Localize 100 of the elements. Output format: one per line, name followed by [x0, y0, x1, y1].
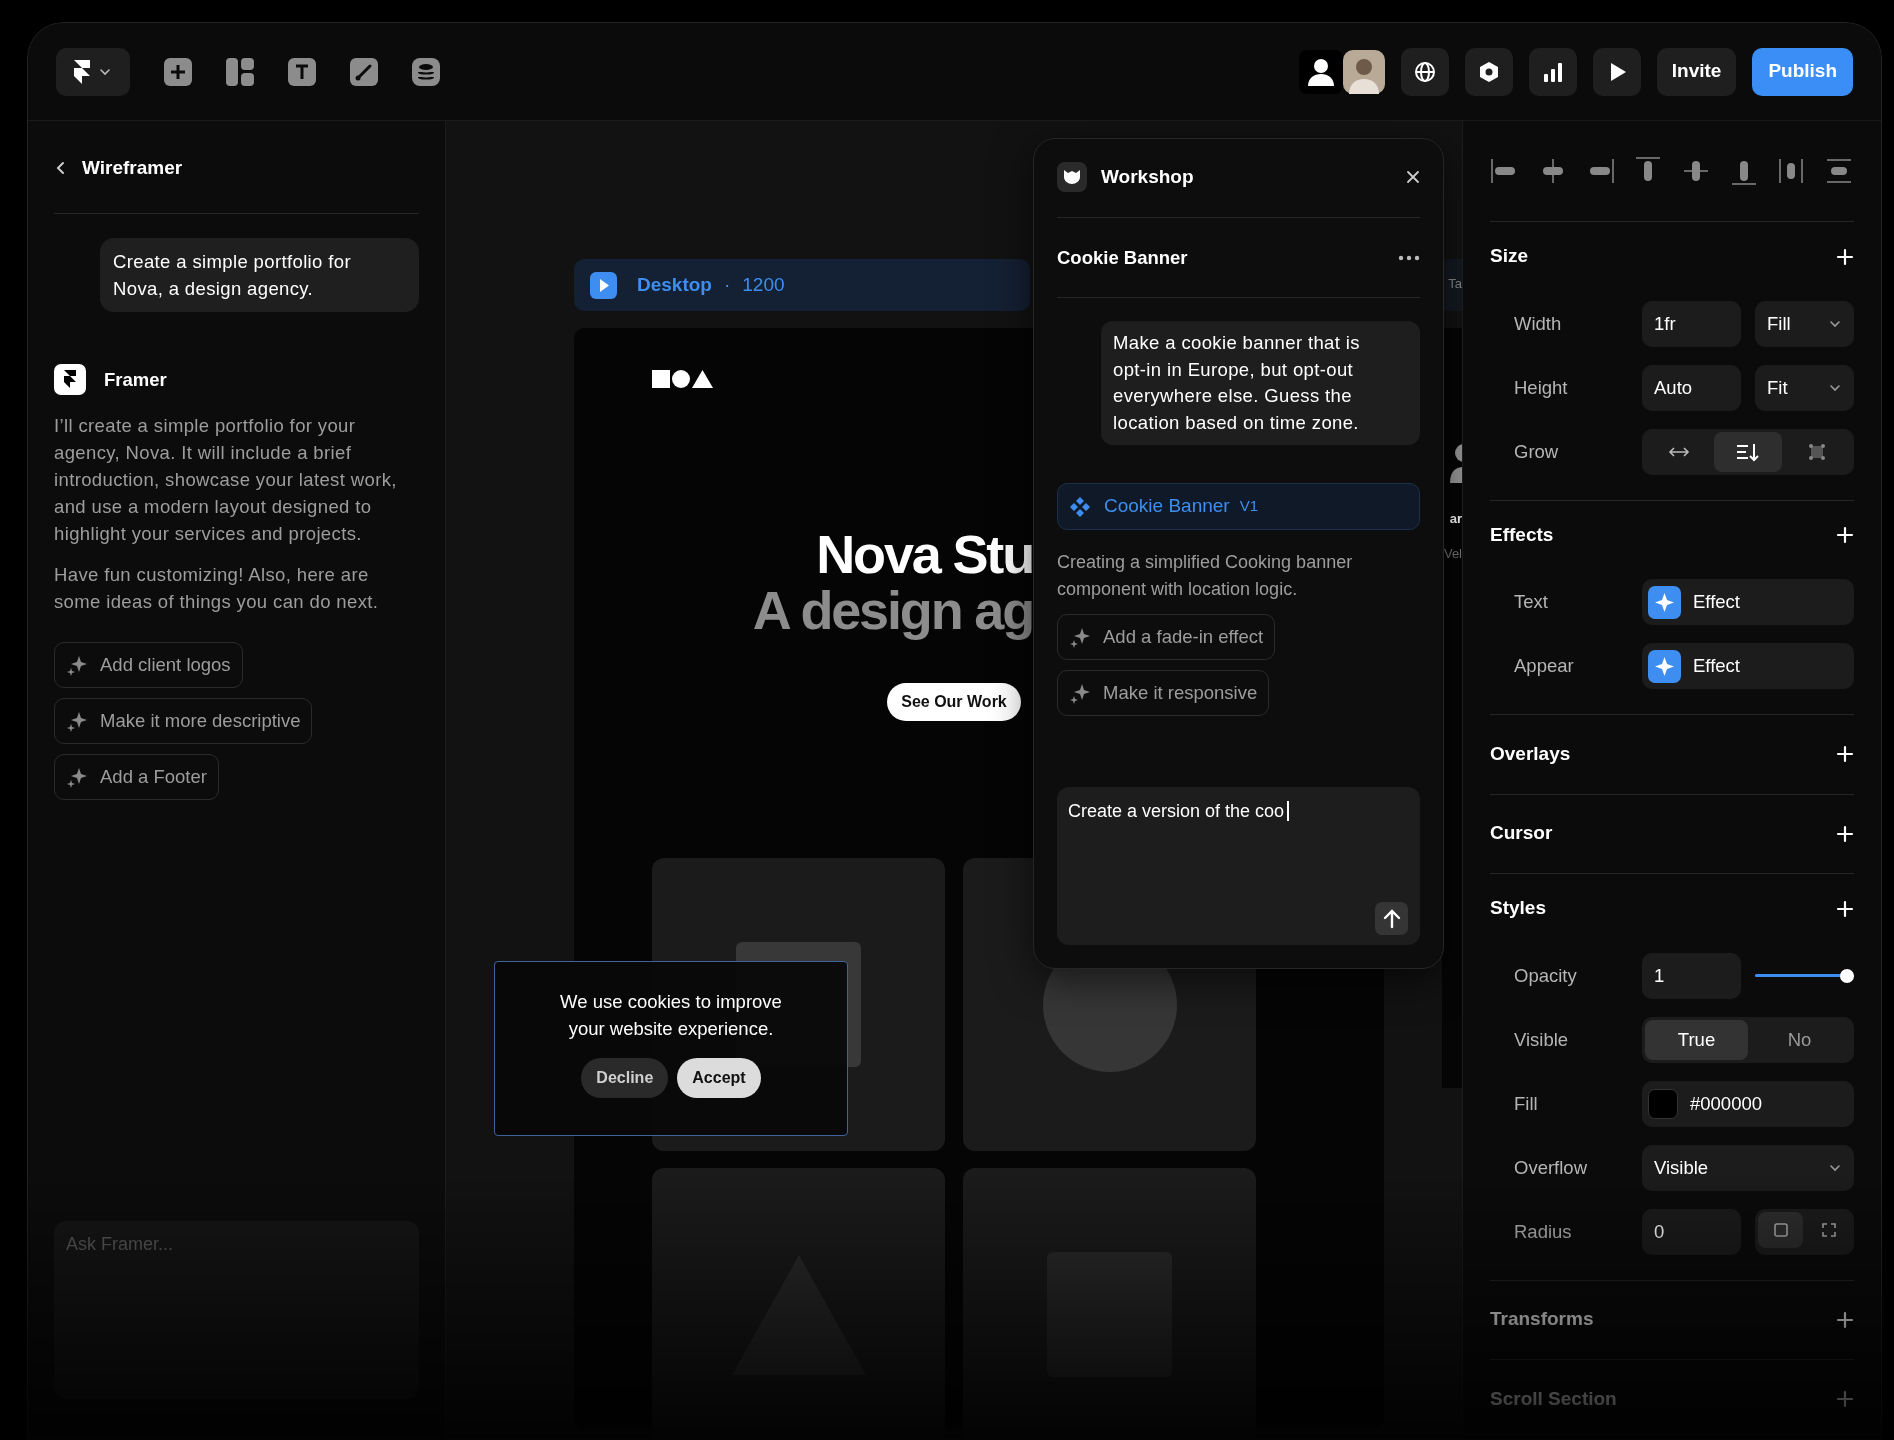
- sparkle-icon: [1648, 585, 1681, 619]
- play-icon: [590, 271, 617, 299]
- assistant-message: I’ll create a simple portfolio for your agency, Nova. It will include a brief introduction, showcase your latest work, and use a modern layout designed to highlight your services and projects.: [54, 414, 398, 546]
- component-chip[interactable]: Cookie Banner V1: [1057, 483, 1420, 530]
- property-label: Appear: [1513, 654, 1575, 679]
- segment-option[interactable]: No: [1748, 1019, 1851, 1060]
- section-title: Effects: [1490, 522, 1554, 547]
- frame-text: ar: [1449, 510, 1462, 528]
- plus-icon[interactable]: [1836, 899, 1854, 918]
- property-label: Opacity: [1513, 963, 1578, 988]
- breakpoint-width: 1200: [742, 272, 785, 297]
- sparkle-icon: [1069, 626, 1091, 648]
- value-field[interactable]: 1fr: [1642, 300, 1741, 347]
- panel-title: Workshop: [1101, 164, 1194, 189]
- hero-subtitle: A design ag: [751, 581, 1033, 639]
- segment-option[interactable]: True: [1645, 1019, 1748, 1060]
- analytics-button[interactable]: [1528, 47, 1577, 96]
- frame-text: Vel: [1443, 545, 1462, 563]
- section-title: Size: [1490, 244, 1529, 269]
- more-icon[interactable]: [1398, 254, 1420, 261]
- value-field[interactable]: Auto: [1642, 364, 1741, 411]
- assistant-name: Framer: [104, 367, 167, 392]
- user-message: Make a cookie banner that is opt-in in Europe, but opt-out everywhere else. Guess the location based on time zone.: [1101, 321, 1420, 445]
- color-field[interactable]: #000000: [1642, 1080, 1854, 1127]
- property-label: Radius: [1513, 1219, 1573, 1244]
- arrow-up-icon: [1382, 908, 1401, 929]
- globe-icon: [1412, 59, 1437, 84]
- section-title: Overlays: [1490, 741, 1571, 766]
- plus-square-icon[interactable]: [164, 57, 192, 86]
- breakpoint-bar[interactable]: Desktop · 1200: [574, 259, 1030, 311]
- logo-menu-button[interactable]: [56, 47, 130, 96]
- effect-button[interactable]: Effect: [1642, 643, 1854, 689]
- horizontal-arrows-icon: [1668, 445, 1691, 458]
- frame-label: Ta: [1448, 275, 1462, 293]
- select-dropdown[interactable]: Fit: [1755, 364, 1854, 411]
- wrap-down-icon: [1736, 441, 1760, 462]
- preview-button[interactable]: [1592, 47, 1641, 96]
- separator: ·: [723, 272, 731, 297]
- plus-icon[interactable]: [1836, 745, 1854, 763]
- plus-icon[interactable]: [1836, 526, 1854, 544]
- property-label: Width: [1513, 311, 1563, 336]
- fixed-size-icon: [1807, 442, 1826, 461]
- property-label: Grow: [1513, 439, 1560, 464]
- thread-title: Cookie Banner: [1057, 245, 1188, 270]
- property-label: Visible: [1513, 1027, 1570, 1052]
- hero-title: Nova Stu: [815, 525, 1033, 583]
- sparkle-icon: [1648, 649, 1681, 683]
- slider-thumb[interactable]: [1840, 968, 1854, 983]
- section-title: Transforms: [1490, 1307, 1594, 1332]
- section-title: Styles: [1490, 896, 1546, 921]
- value-field[interactable]: 1: [1642, 952, 1741, 999]
- value-field[interactable]: 0: [1642, 1208, 1741, 1255]
- user-message: Create a simple portfolio for Nova, a design agency.: [100, 238, 419, 312]
- text-icon[interactable]: [288, 57, 316, 86]
- select-dropdown[interactable]: Visible: [1642, 1144, 1854, 1191]
- shapes-logo-icon: [652, 369, 714, 389]
- plus-icon[interactable]: [1836, 824, 1854, 843]
- send-button[interactable]: [1375, 902, 1408, 935]
- accept-button[interactable]: Accept: [677, 1058, 761, 1098]
- suggestion-button[interactable]: Make it responsive: [1057, 670, 1270, 716]
- decline-button[interactable]: Decline: [581, 1058, 669, 1098]
- close-icon[interactable]: [1406, 170, 1420, 184]
- property-label: Fill: [1513, 1091, 1539, 1116]
- database-icon[interactable]: [412, 57, 440, 86]
- sparkle-icon: [66, 710, 88, 732]
- suggestion-button[interactable]: Add client logos: [54, 642, 243, 688]
- sparkle-icon: [1069, 682, 1091, 704]
- plus-icon[interactable]: [1836, 247, 1854, 266]
- hexagon-button[interactable]: [1464, 47, 1513, 96]
- avatar[interactable]: [1342, 49, 1385, 94]
- suggestion-button[interactable]: Make it more descriptive: [54, 698, 313, 744]
- assistant-message: Have fun customizing! Also, here are some ideas of things you can do next.: [54, 563, 380, 614]
- slider-track[interactable]: [1755, 967, 1854, 984]
- section-title: Scroll Section: [1490, 1386, 1617, 1411]
- invite-button[interactable]: Invite: [1656, 47, 1737, 96]
- globe-button[interactable]: [1400, 47, 1449, 96]
- property-label: Height: [1513, 375, 1569, 400]
- sparkle-icon: [66, 654, 88, 676]
- suggestion-button[interactable]: Add a Footer: [54, 754, 219, 800]
- property-label: Text: [1513, 590, 1549, 615]
- panel-title: Wireframer: [82, 155, 183, 180]
- framer-logo-icon: [74, 59, 90, 84]
- breakpoint-name: Desktop: [637, 272, 712, 297]
- color-swatch: [1648, 1088, 1678, 1119]
- layout-icon[interactable]: [226, 57, 254, 86]
- cookie-banner[interactable]: We use cookies to improve your website experience. Decline Accept: [494, 961, 848, 1136]
- effect-button[interactable]: Effect: [1642, 579, 1854, 625]
- component-icon: [1070, 496, 1090, 517]
- cta-button[interactable]: See Our Work: [887, 683, 1021, 721]
- segment-option[interactable]: [1713, 431, 1783, 472]
- user-icon[interactable]: [1298, 49, 1343, 94]
- message-input[interactable]: Create a version of the coo: [1057, 787, 1420, 945]
- section-title: Cursor: [1490, 821, 1553, 846]
- assistant-message: Creating a simplified Cooking banner component with location logic.: [1057, 551, 1354, 601]
- dashed-corners-icon: [1820, 1221, 1837, 1238]
- select-dropdown[interactable]: Fill: [1755, 300, 1854, 347]
- suggestion-button[interactable]: Add a fade-in effect: [1057, 614, 1276, 660]
- pen-icon[interactable]: [350, 57, 378, 86]
- person-icon: [1450, 443, 1462, 483]
- property-label: Overflow: [1513, 1155, 1588, 1180]
